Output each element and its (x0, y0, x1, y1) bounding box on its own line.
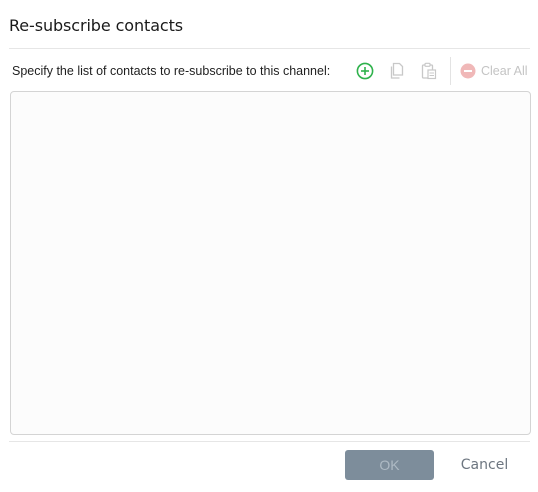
cancel-button[interactable]: Cancel (447, 450, 522, 480)
resubscribe-dialog: Re-subscribe contacts Specify the list o… (0, 0, 538, 492)
toolbar-separator (450, 57, 451, 85)
copy-icon (389, 62, 405, 80)
minus-circle-icon (460, 63, 476, 79)
dialog-title: Re-subscribe contacts (9, 16, 184, 35)
contacts-toolbar: Clear All (353, 57, 528, 85)
clear-all-label: Clear All (481, 64, 528, 78)
add-contact-button[interactable] (353, 59, 377, 83)
instruction-text: Specify the list of contacts to re-subsc… (12, 64, 331, 78)
paste-icon (421, 62, 437, 80)
ok-button[interactable]: OK (345, 450, 434, 480)
paste-button[interactable] (417, 59, 441, 83)
contacts-list-input[interactable] (10, 91, 531, 435)
copy-button[interactable] (385, 59, 409, 83)
header-divider (9, 48, 530, 49)
footer-divider (9, 441, 530, 442)
clear-all-button[interactable]: Clear All (457, 59, 528, 83)
plus-circle-icon (356, 62, 374, 80)
